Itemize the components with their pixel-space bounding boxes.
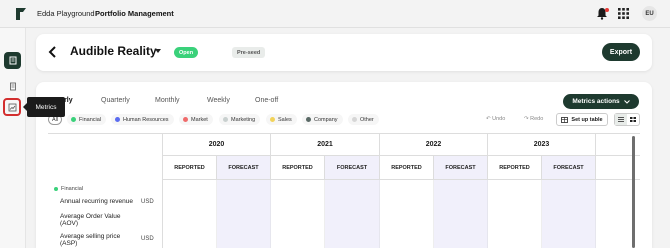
reported-column[interactable] [380,180,434,248]
table-scrollbar[interactable] [632,136,635,248]
filter-label: Other [360,116,374,123]
section-label: Financial [61,186,84,192]
filter-chip-marketing[interactable]: Marketing [219,114,261,125]
company-header: Audible Reality Open Pre-seed Export [36,34,652,71]
set-up-table-button[interactable]: Set up table [556,113,608,126]
chevron-down-icon[interactable] [155,49,161,53]
market-dot [183,117,188,122]
company-name[interactable]: Audible Reality [70,44,157,58]
filter-chip-sales[interactable]: Sales [266,114,297,125]
export-button[interactable]: Export [602,43,640,61]
tab-monthly[interactable]: Monthly [155,97,180,104]
metrics-actions-label: Metrics actions [572,98,620,105]
metrics-icon [8,103,16,111]
undo-label: Undo [492,116,506,122]
year-header: 2021 [271,134,380,156]
year-header: 2023 [488,134,596,156]
filter-chip-market[interactable]: Market [179,114,213,125]
reported-column[interactable] [163,180,217,248]
forecast-header: FORECAST [434,156,488,180]
filter-chip-human-resources[interactable]: Human Resources [111,114,174,125]
logo-icon[interactable] [15,7,27,21]
setup-table-label: Set up table [571,116,603,123]
reported-header: REPORTED [488,156,542,180]
sidebar-item-portfolio[interactable] [4,52,21,69]
reported-header: REPORTED [380,156,434,180]
portfolio-icon [9,56,16,65]
forecast-column[interactable] [325,180,380,248]
year-header: 2022 [380,134,488,156]
metrics-actions-button[interactable]: Metrics actions [563,94,639,109]
filter-label: Sales [278,116,292,123]
filter-label: Marketing [231,116,256,123]
metric-unit: USD [141,199,154,205]
metric-unit: USD [141,236,154,242]
stage-badge: Pre-seed [232,47,266,58]
chevron-down-icon [623,99,630,104]
forecast-column[interactable] [542,180,596,248]
marketing-dot [223,117,228,122]
document-icon [9,82,16,91]
section-financial: Financial [54,186,83,192]
sidebar-item-documents[interactable] [4,78,21,95]
metrics-tooltip: Metrics [23,97,65,117]
sales-dot [270,117,275,122]
company-dot [306,117,311,122]
redo-icon: ↷ [524,116,529,122]
reported-header: REPORTED [271,156,325,180]
forecast-header: FORECAST [542,156,596,180]
filter-label: Human Resources [123,116,169,123]
redo-label: Redo [530,116,544,122]
undo-icon: ↶ [486,116,491,122]
tab-one-off[interactable]: One-off [255,97,278,104]
undo-button[interactable]: ↶ Undo [486,116,505,122]
list-view-icon[interactable] [615,114,627,125]
back-arrow-icon[interactable] [48,45,58,59]
filter-chip-financial[interactable]: Financial [67,114,107,125]
apps-grid-icon[interactable] [618,8,629,19]
financial-dot [54,187,58,191]
avatar[interactable]: EU [642,6,657,21]
metric-row-label[interactable]: Annual recurring revenue [60,198,135,205]
metric-row-label[interactable]: Average selling price (ASP) [60,233,135,248]
sidebar-item-metrics[interactable] [3,98,21,116]
metrics-panel: Yearly Quarterly Monthly Weekly One-off … [36,82,652,248]
filter-all-label: All [52,116,59,123]
hr-dot [115,117,120,122]
forecast-header: FORECAST [325,156,380,180]
table-icon [561,116,569,123]
tab-weekly[interactable]: Weekly [207,97,230,104]
filter-chip-other[interactable]: Other [348,114,379,125]
redo-button[interactable]: ↷ Redo [524,116,543,122]
section-title[interactable]: Portfolio Management [95,9,174,18]
reported-column[interactable] [271,180,325,248]
forecast-column[interactable] [434,180,488,248]
filter-label: Market [191,116,208,123]
filter-label: Financial [79,116,102,123]
financial-dot [71,117,76,122]
status-badge: Open [174,47,199,58]
filter-label: Company [314,116,338,123]
metric-row-label[interactable]: Average Order Value (AOV) [60,213,135,228]
tab-quarterly[interactable]: Quarterly [101,97,130,104]
notification-dot [605,8,609,12]
app-title[interactable]: Edda Playground [37,9,95,18]
forecast-column[interactable] [217,180,271,248]
sidebar [0,28,26,248]
grid-view-icon[interactable] [627,114,639,125]
metrics-table: 2020 2021 2022 2023 REPORTED FORECAST RE… [48,133,640,248]
forecast-header: FORECAST [217,156,271,180]
reported-column[interactable] [488,180,542,248]
top-bar: Edda Playground Portfolio Management EU [0,0,670,28]
year-header: 2020 [163,134,271,156]
view-toggle[interactable] [614,113,640,126]
reported-header: REPORTED [163,156,217,180]
other-dot [352,117,357,122]
filter-chip-company[interactable]: Company [302,114,343,125]
